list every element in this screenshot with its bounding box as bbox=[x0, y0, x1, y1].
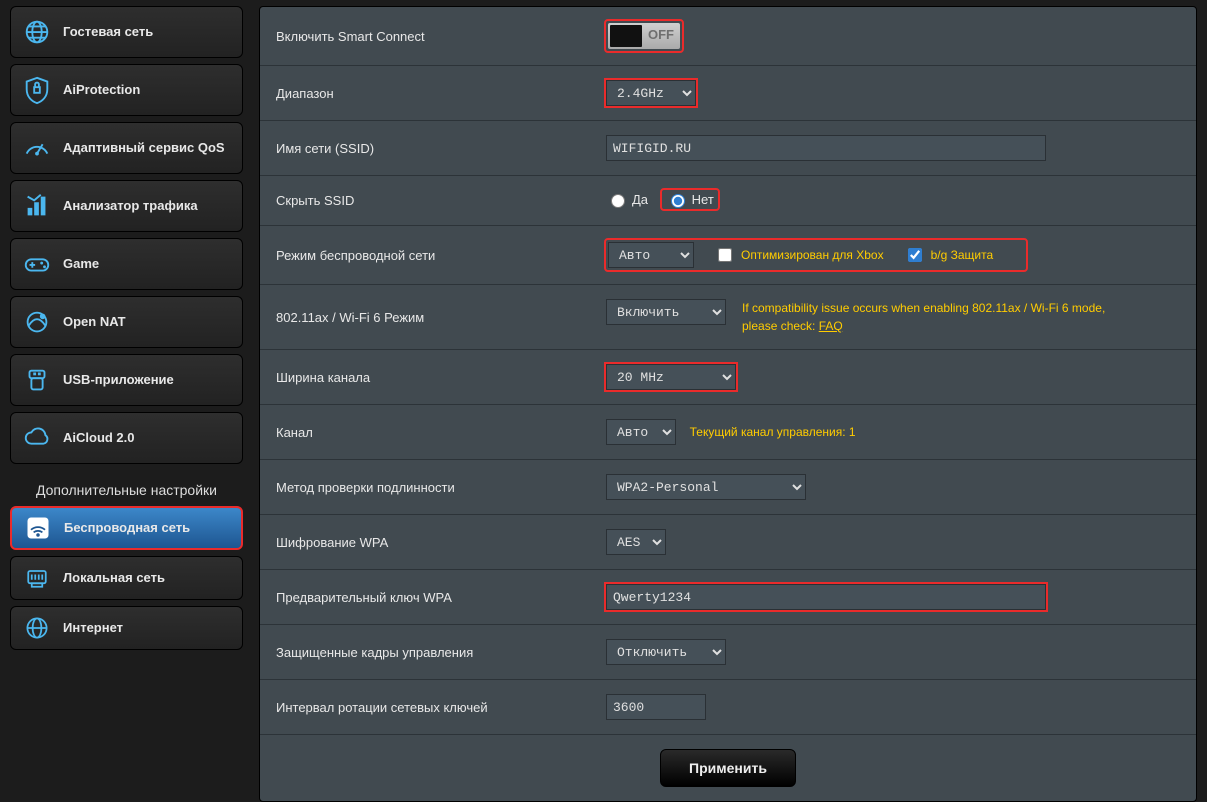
wpa-key-input[interactable] bbox=[606, 584, 1046, 610]
advanced-settings-heading: Дополнительные настройки bbox=[10, 482, 243, 498]
channel-label: Канал bbox=[260, 405, 590, 460]
row-band: Диапазон 2.4GHz bbox=[260, 66, 1196, 121]
sidebar-item-label: Беспроводная сеть bbox=[64, 521, 190, 536]
row-wpa-key: Предварительный ключ WPA bbox=[260, 570, 1196, 625]
auth-method-select[interactable]: WPA2-Personal bbox=[606, 474, 806, 500]
hide-ssid-yes-radio[interactable] bbox=[611, 194, 625, 208]
hide-ssid-label: Скрыть SSID bbox=[260, 176, 590, 226]
sidebar-item-label: Анализатор трафика bbox=[63, 199, 198, 214]
wpa-encryption-label: Шифрование WPA bbox=[260, 515, 590, 570]
nat-icon bbox=[21, 306, 53, 338]
globe-icon bbox=[21, 16, 53, 48]
gamepad-icon bbox=[21, 248, 53, 280]
shield-icon bbox=[21, 74, 53, 106]
usb-icon bbox=[21, 364, 53, 396]
sidebar-item-game[interactable]: Game bbox=[10, 238, 243, 290]
hide-ssid-yes[interactable]: Да bbox=[606, 191, 648, 208]
gauge-icon bbox=[21, 132, 53, 164]
wifi6-select[interactable]: Включить bbox=[606, 299, 726, 325]
row-rekey: Интервал ротации сетевых ключей bbox=[260, 680, 1196, 735]
band-label: Диапазон bbox=[260, 66, 590, 121]
rekey-input[interactable] bbox=[606, 694, 706, 720]
band-select[interactable]: 2.4GHz bbox=[606, 80, 696, 106]
hide-ssid-no[interactable]: Нет bbox=[666, 191, 714, 208]
bg-protect-label: b/g Защита bbox=[931, 248, 994, 262]
smart-connect-label: Включить Smart Connect bbox=[260, 7, 590, 66]
sidebar-item-label: Локальная сеть bbox=[63, 571, 165, 586]
apply-button[interactable]: Применить bbox=[660, 749, 796, 787]
sidebar: Гостевая сеть AiProtection Адаптивный се… bbox=[0, 0, 249, 717]
wifi6-hint: If compatibility issue occurs when enabl… bbox=[742, 299, 1142, 335]
bars-icon bbox=[21, 190, 53, 222]
channel-width-label: Ширина канала bbox=[260, 350, 590, 405]
sidebar-item-label: Интернет bbox=[63, 621, 123, 636]
xbox-optimize-checkbox[interactable] bbox=[718, 248, 732, 262]
row-apply: Применить bbox=[260, 735, 1196, 802]
wireless-mode-label: Режим беспроводной сети bbox=[260, 226, 590, 285]
hide-ssid-yes-label: Да bbox=[632, 192, 648, 207]
wpa-encryption-select[interactable]: AES bbox=[606, 529, 666, 555]
wpa-key-label: Предварительный ключ WPA bbox=[260, 570, 590, 625]
wireless-settings-panel: Включить Smart Connect OFF Диапазон bbox=[259, 6, 1197, 802]
ssid-label: Имя сети (SSID) bbox=[260, 121, 590, 176]
sidebar-item-label: Адаптивный сервис QoS bbox=[63, 141, 225, 156]
sidebar-item-label: USB-приложение bbox=[63, 373, 174, 388]
sidebar-item-internet[interactable]: Интернет bbox=[10, 606, 243, 650]
row-wifi6: 802.11ax / Wi-Fi 6 Режим Включить If com… bbox=[260, 285, 1196, 350]
sidebar-item-label: AiCloud 2.0 bbox=[63, 431, 135, 446]
row-auth-method: Метод проверки подлинности WPA2-Personal bbox=[260, 460, 1196, 515]
sidebar-item-wireless[interactable]: Беспроводная сеть bbox=[10, 506, 243, 550]
channel-hint: Текущий канал управления: 1 bbox=[690, 425, 856, 439]
row-hide-ssid: Скрыть SSID Да Нет bbox=[260, 176, 1196, 226]
auth-method-label: Метод проверки подлинности bbox=[260, 460, 590, 515]
sidebar-item-lan[interactable]: Локальная сеть bbox=[10, 556, 243, 600]
faq-link[interactable]: FAQ bbox=[819, 319, 843, 333]
sidebar-item-label: AiProtection bbox=[63, 83, 140, 98]
wireless-mode-select[interactable]: Авто bbox=[608, 242, 694, 268]
sidebar-item-label: Game bbox=[63, 257, 99, 272]
pmf-select[interactable]: Отключить bbox=[606, 639, 726, 665]
pmf-label: Защищенные кадры управления bbox=[260, 625, 590, 680]
sidebar-item-aiprotection[interactable]: AiProtection bbox=[10, 64, 243, 116]
rekey-label: Интервал ротации сетевых ключей bbox=[260, 680, 590, 735]
sidebar-item-aicloud[interactable]: AiCloud 2.0 bbox=[10, 412, 243, 464]
hide-ssid-no-radio[interactable] bbox=[671, 194, 685, 208]
main-content: Включить Smart Connect OFF Диапазон bbox=[249, 0, 1207, 717]
channel-width-select[interactable]: 20 MHz bbox=[606, 364, 736, 390]
toggle-state: OFF bbox=[648, 27, 674, 42]
row-channel: Канал Авто Текущий канал управления: 1 bbox=[260, 405, 1196, 460]
cloud-icon bbox=[21, 422, 53, 454]
sidebar-item-label: Гостевая сеть bbox=[63, 25, 153, 40]
internet-icon bbox=[21, 612, 53, 644]
wifi6-label: 802.11ax / Wi-Fi 6 Режим bbox=[260, 285, 590, 350]
sidebar-item-traffic-analyzer[interactable]: Анализатор трафика bbox=[10, 180, 243, 232]
row-wireless-mode: Режим беспроводной сети Авто Оптимизиров… bbox=[260, 226, 1196, 285]
row-smart-connect: Включить Smart Connect OFF bbox=[260, 7, 1196, 66]
row-channel-width: Ширина канала 20 MHz bbox=[260, 350, 1196, 405]
sidebar-item-qos[interactable]: Адаптивный сервис QoS bbox=[10, 122, 243, 174]
row-ssid: Имя сети (SSID) bbox=[260, 121, 1196, 176]
smart-connect-toggle[interactable]: OFF bbox=[608, 23, 680, 49]
bg-protect-checkbox[interactable] bbox=[908, 248, 922, 262]
channel-select[interactable]: Авто bbox=[606, 419, 676, 445]
row-wpa-encryption: Шифрование WPA AES bbox=[260, 515, 1196, 570]
xbox-optimize-label: Оптимизирован для Xbox bbox=[741, 248, 884, 262]
wifi-icon bbox=[22, 512, 54, 544]
lan-icon bbox=[21, 562, 53, 594]
sidebar-item-label: Open NAT bbox=[63, 315, 126, 330]
hide-ssid-no-label: Нет bbox=[692, 192, 714, 207]
sidebar-item-usb-app[interactable]: USB-приложение bbox=[10, 354, 243, 406]
sidebar-item-guest-network[interactable]: Гостевая сеть bbox=[10, 6, 243, 58]
row-pmf: Защищенные кадры управления Отключить bbox=[260, 625, 1196, 680]
sidebar-item-open-nat[interactable]: Open NAT bbox=[10, 296, 243, 348]
ssid-input[interactable] bbox=[606, 135, 1046, 161]
